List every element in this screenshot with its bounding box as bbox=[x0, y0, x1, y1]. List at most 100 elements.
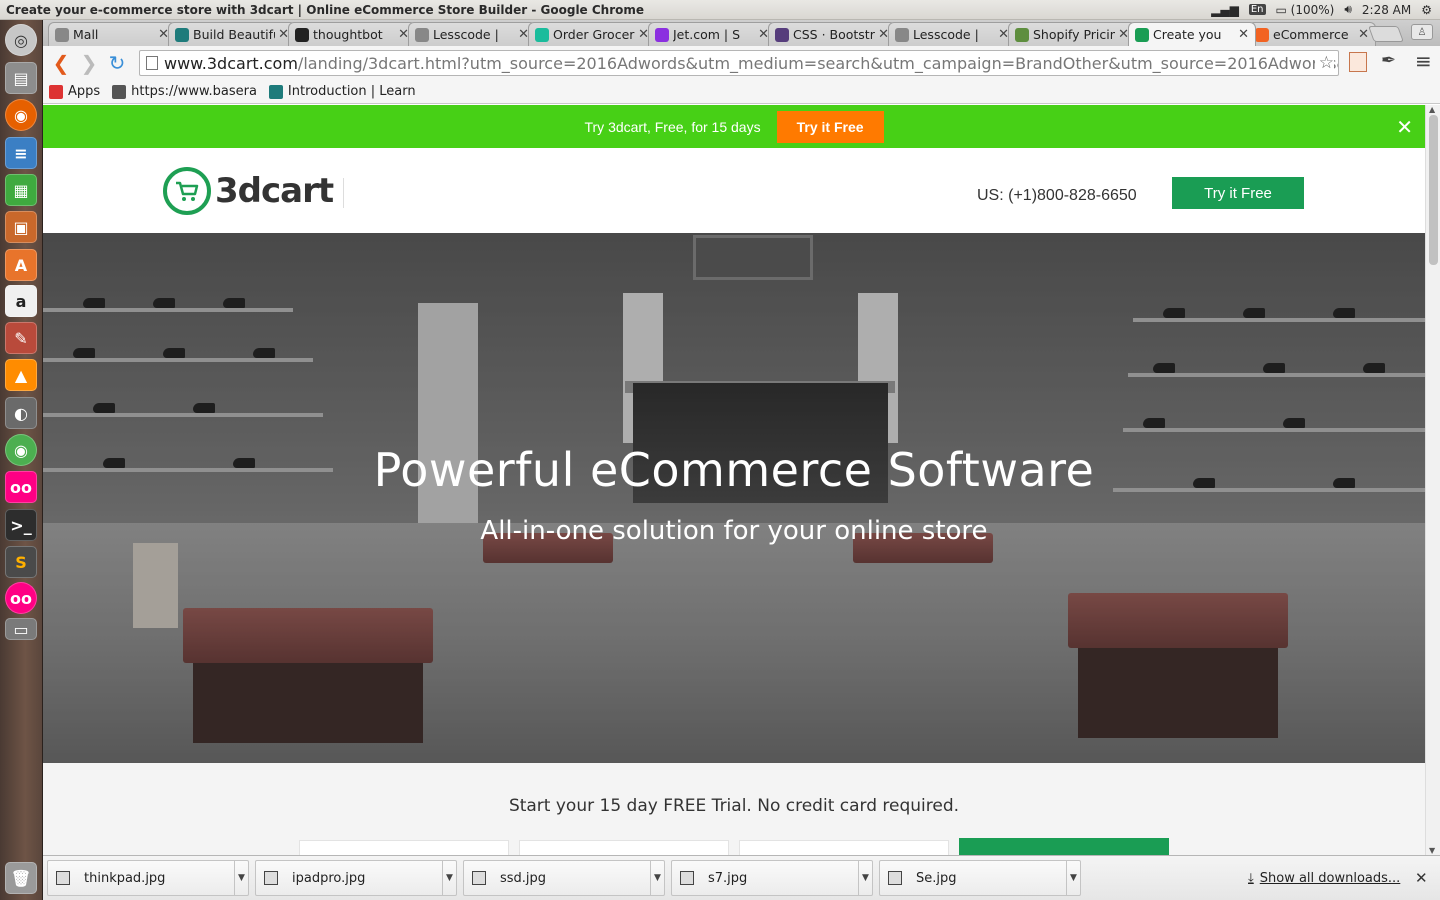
page-icon bbox=[415, 27, 429, 42]
eyedropper-extension-icon[interactable]: ✒ bbox=[1381, 50, 1396, 71]
download-item[interactable]: s7.jpg ▼ bbox=[671, 860, 873, 896]
browser-tab[interactable]: Mall ✕ bbox=[48, 22, 176, 46]
bookmark-item[interactable]: Apps bbox=[49, 84, 100, 99]
flickr-icon-2[interactable]: oo bbox=[5, 582, 37, 614]
chrome-icon[interactable]: ◉ bbox=[5, 434, 37, 466]
software-center-icon[interactable]: A bbox=[5, 249, 37, 281]
download-item[interactable]: ipadpro.jpg ▼ bbox=[255, 860, 457, 896]
download-options-chevron-icon[interactable]: ▼ bbox=[1066, 861, 1080, 895]
keyboard-layout-indicator[interactable]: En bbox=[1248, 4, 1266, 15]
battery-indicator[interactable]: ▭ (100%) bbox=[1276, 3, 1335, 17]
shopify-icon bbox=[1015, 27, 1029, 42]
promo-close-icon[interactable]: ✕ bbox=[1396, 115, 1413, 139]
tab-title: thoughtbot bbox=[313, 27, 383, 42]
tab-close-icon[interactable]: ✕ bbox=[1358, 27, 1369, 42]
github-icon bbox=[295, 27, 309, 42]
download-options-chevron-icon[interactable]: ▼ bbox=[442, 861, 456, 895]
header-try-free-button[interactable]: Try it Free bbox=[1172, 177, 1304, 209]
download-options-chevron-icon[interactable]: ▼ bbox=[234, 861, 248, 895]
files-icon[interactable]: ▤ bbox=[5, 62, 37, 94]
browser-tab[interactable]: eCommerce ✕ bbox=[1248, 22, 1376, 46]
amazon-icon[interactable]: a bbox=[5, 285, 37, 317]
trash-icon[interactable]: 🗑︎ bbox=[5, 862, 37, 894]
scroll-down-arrow-icon[interactable]: ▼ bbox=[1429, 846, 1435, 855]
trial-email-input[interactable] bbox=[519, 840, 729, 855]
tab-title: Mall bbox=[73, 27, 99, 42]
browser-tab[interactable]: Build Beautiful✕ bbox=[168, 22, 296, 46]
trial-submit-button[interactable] bbox=[959, 838, 1169, 855]
page-scrollbar[interactable]: ▲ ▼ bbox=[1425, 105, 1440, 855]
image-file-icon bbox=[56, 871, 70, 885]
page-info-icon[interactable] bbox=[146, 56, 158, 70]
new-tab-button[interactable] bbox=[1368, 26, 1404, 42]
vlc-icon[interactable]: ▲ bbox=[5, 359, 37, 391]
bookmark-item[interactable]: Introduction | Learn bbox=[268, 84, 416, 99]
bookmark-item[interactable]: https://www.basera bbox=[112, 84, 257, 99]
magento-icon bbox=[1255, 27, 1269, 42]
calc-icon[interactable]: ▦ bbox=[5, 174, 37, 206]
reload-button[interactable]: ↻ bbox=[103, 49, 131, 77]
dash-icon[interactable]: ◎ bbox=[5, 24, 37, 56]
download-item[interactable]: thinkpad.jpg ▼ bbox=[47, 860, 249, 896]
site-logo[interactable]: 3dcart bbox=[163, 167, 334, 215]
logo-wordmark: 3dcart bbox=[215, 171, 334, 211]
trial-name-input[interactable] bbox=[299, 840, 509, 855]
browser-tab[interactable]: Lesscode | ✕ bbox=[888, 22, 1016, 46]
profile-icon[interactable]: ♙ bbox=[1411, 24, 1433, 40]
flickr-icon[interactable]: oo bbox=[5, 471, 37, 503]
browser-tab[interactable]: CSS · Bootstrap✕ bbox=[768, 22, 896, 46]
download-shelf-close-icon[interactable]: ✕ bbox=[1415, 869, 1428, 887]
back-button[interactable]: ❮ bbox=[47, 49, 75, 77]
trial-text: Start your 15 day FREE Trial. No credit … bbox=[508, 796, 960, 816]
settings-gear-icon[interactable]: ⚙ bbox=[1421, 3, 1432, 17]
firefox-icon[interactable]: ◉ bbox=[5, 99, 37, 131]
bookmark-label: https://www.basera bbox=[131, 84, 257, 99]
bookmark-label: Apps bbox=[68, 84, 101, 99]
sublime-icon[interactable]: S bbox=[5, 546, 37, 578]
tweak-icon[interactable]: ◐ bbox=[5, 397, 37, 429]
drive-icon[interactable]: ▭ bbox=[5, 618, 37, 640]
browser-tab[interactable]: Order Groceries✕ bbox=[528, 22, 656, 46]
browser-tab[interactable]: Shopify Pricing✕ bbox=[1008, 22, 1136, 46]
download-options-chevron-icon[interactable]: ▼ bbox=[858, 861, 872, 895]
writer-icon[interactable]: ≡ bbox=[5, 137, 37, 169]
site-header: 3dcart US: (+1)800-828-6650 Try it Free bbox=[43, 148, 1425, 233]
tab-close-icon[interactable]: ✕ bbox=[1238, 27, 1249, 42]
apps-grid-icon bbox=[49, 84, 63, 99]
download-item[interactable]: ssd.jpg ▼ bbox=[463, 860, 665, 896]
forward-button[interactable]: ❯ bbox=[75, 49, 103, 77]
scroll-up-arrow-icon[interactable]: ▲ bbox=[1429, 105, 1435, 114]
download-filename: ssd.jpg bbox=[500, 870, 547, 886]
teal-t-icon bbox=[175, 27, 189, 42]
impress-icon[interactable]: ▣ bbox=[5, 211, 37, 243]
scrollbar-thumb[interactable] bbox=[1429, 115, 1438, 265]
address-bar[interactable]: www.3dcart.com/landing/3dcart.html?utm_s… bbox=[139, 50, 1339, 76]
phone-number[interactable]: US: (+1)800-828-6650 bbox=[977, 187, 1137, 205]
browser-tab[interactable]: thoughtbot ✕ bbox=[288, 22, 416, 46]
terminal-icon[interactable]: >_ bbox=[5, 509, 37, 541]
volume-icon[interactable]: 🔊︎ bbox=[1344, 2, 1352, 17]
download-shelf: thinkpad.jpg ▼ ipadpro.jpg ▼ ssd.jpg ▼ s7.jpg ▼… bbox=[43, 855, 1440, 900]
browser-tab[interactable]: Lesscode | ✕ bbox=[408, 22, 536, 46]
clock[interactable]: 2:28 AM bbox=[1362, 3, 1411, 17]
download-item[interactable]: Se.jpg ▼ bbox=[879, 860, 1081, 896]
download-arrow-icon: ⤓ bbox=[1248, 871, 1254, 886]
download-options-chevron-icon[interactable]: ▼ bbox=[650, 861, 664, 895]
trial-phone-input[interactable] bbox=[739, 840, 949, 855]
jet-icon bbox=[655, 27, 669, 42]
settings-icon[interactable]: ✎ bbox=[5, 322, 37, 354]
promo-try-free-button[interactable]: Try it Free bbox=[776, 110, 884, 143]
hero-banner: Powerful eCommerce Software All-in-one s… bbox=[43, 233, 1425, 763]
battery-icon: ▭ bbox=[1275, 2, 1287, 17]
browser-tab[interactable]: Create you ✕ bbox=[1128, 22, 1256, 46]
tab-title: Shopify Pricing bbox=[1033, 27, 1116, 42]
browser-tab[interactable]: Jet.com | S ✕ bbox=[648, 22, 776, 46]
extension-icon[interactable] bbox=[1349, 52, 1367, 72]
menu-icon[interactable]: ≡ bbox=[1415, 49, 1432, 73]
bookmark-star-icon[interactable]: ☆ bbox=[1314, 53, 1334, 73]
tab-title: Create you bbox=[1153, 27, 1222, 42]
network-icon[interactable]: ▂▄▆ bbox=[1211, 3, 1239, 17]
download-filename: ipadpro.jpg bbox=[292, 870, 366, 886]
show-all-downloads-link[interactable]: ⤓ Show all downloads... bbox=[1248, 871, 1400, 886]
hero-title: Powerful eCommerce Software bbox=[373, 443, 1095, 497]
